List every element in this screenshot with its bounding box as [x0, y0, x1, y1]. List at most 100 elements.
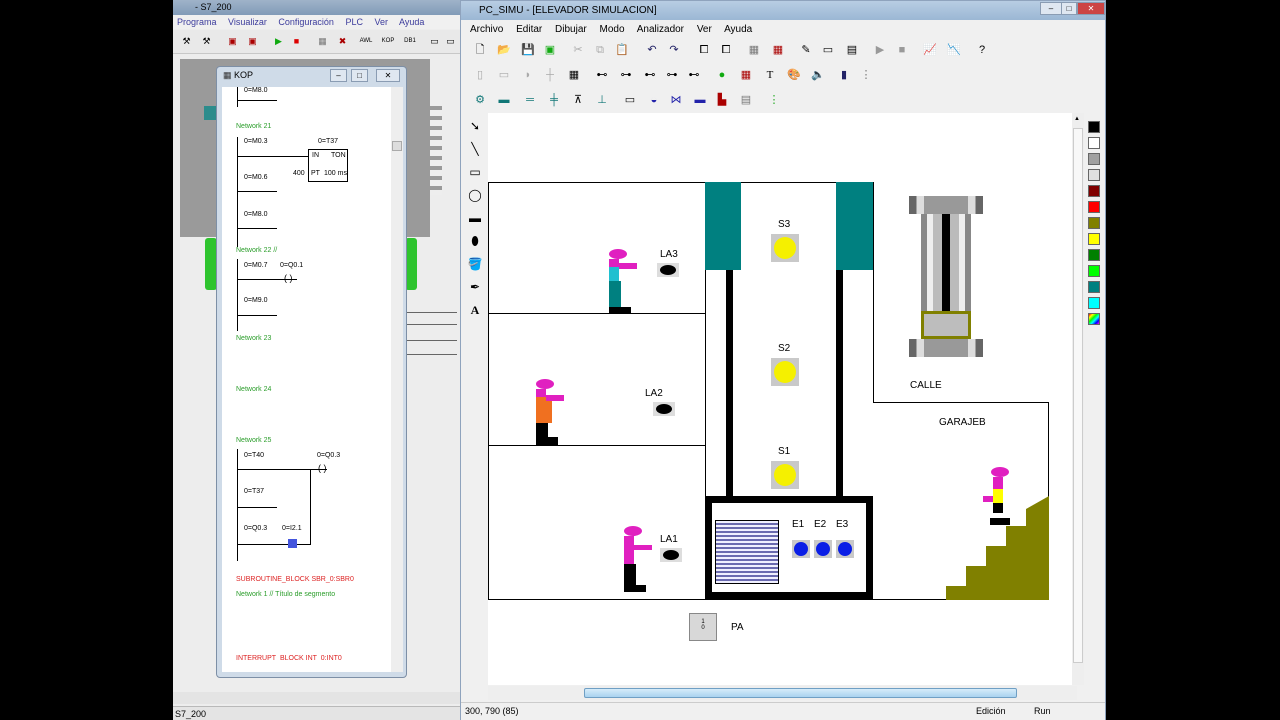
analyzer-icon[interactable]: 📈 — [921, 41, 939, 59]
new-file-icon[interactable]: 🗋 — [471, 41, 489, 59]
sensor-icon[interactable]: ⊷ — [593, 66, 611, 84]
simulation-canvas[interactable]: E1 E2 E3 S3 S2 S1 LA3 LA2 LA1 CALLE GARA… — [488, 113, 1077, 685]
crane-icon[interactable]: ⊥ — [593, 91, 611, 109]
color-swatch[interactable] — [1088, 233, 1100, 245]
cut-icon[interactable]: ✂ — [569, 41, 587, 59]
lamp-icon[interactable]: ● — [713, 66, 731, 84]
text-tool-icon[interactable]: A — [463, 303, 487, 326]
awl-button[interactable]: AWL — [357, 34, 375, 49]
floor-button-e2[interactable] — [814, 540, 832, 558]
color-swatch[interactable] — [1088, 217, 1100, 229]
sensor-icon[interactable]: ⊶ — [663, 66, 681, 84]
menu-modo[interactable]: Modo — [600, 24, 625, 35]
module-icon[interactable]: ▦ — [315, 34, 330, 49]
meter-icon[interactable]: ▮ — [835, 66, 853, 84]
text-icon[interactable]: T — [761, 66, 779, 84]
kop-vscroll[interactable] — [391, 87, 403, 672]
ruler-icon[interactable]: ⋮ — [857, 66, 875, 84]
menu-dibujar[interactable]: Dibujar — [555, 24, 587, 35]
grid-icon[interactable]: ▦ — [745, 41, 763, 59]
fill-tool-icon[interactable]: 🪣 — [463, 257, 487, 280]
bar-icon[interactable]: ▬ — [691, 91, 709, 109]
paste-icon[interactable]: 📋 — [613, 41, 631, 59]
dropper-tool-icon[interactable]: ✒ — [463, 280, 487, 303]
maximize-icon[interactable]: □ — [1061, 2, 1077, 15]
color-swatch[interactable] — [1088, 137, 1100, 149]
motor-icon[interactable]: ⚙ — [471, 91, 489, 109]
plc-icon[interactable]: ▣ — [245, 34, 260, 49]
pa-switch[interactable]: 1 0 — [689, 613, 717, 641]
window-icon[interactable]: ▭ — [443, 34, 458, 49]
s7-menu-configuracion[interactable]: Configuración — [278, 17, 334, 27]
menu-ver[interactable]: Ver — [697, 24, 712, 35]
redo-icon[interactable]: ↷ — [665, 41, 683, 59]
s7-menu-visualizar[interactable]: Visualizar — [228, 17, 267, 27]
help-icon[interactable]: ? — [973, 41, 991, 59]
grid-snap-icon[interactable]: ▦ — [769, 41, 787, 59]
line-tool-icon[interactable]: ╲ — [463, 142, 487, 165]
s7-menu-programa[interactable]: Programa — [177, 17, 217, 27]
save-icon[interactable]: 💾 — [519, 41, 537, 59]
ruler-icon[interactable]: ⋮ — [765, 91, 783, 109]
module-icon[interactable]: ✖ — [335, 34, 350, 49]
scroll-up-icon[interactable]: ▲ — [1074, 116, 1082, 124]
object-icon[interactable]: ▯ — [471, 66, 489, 84]
valve-icon[interactable]: ⋈ — [667, 91, 685, 109]
sensor-icon[interactable]: ⊷ — [641, 66, 659, 84]
plc-icon[interactable]: ▣ — [225, 34, 240, 49]
s7-menu-ver[interactable]: Ver — [375, 17, 389, 27]
tool-icon[interactable]: ⚒ — [199, 34, 214, 49]
hscroll-thumb[interactable] — [584, 688, 1017, 698]
group-icon[interactable]: ⧠ — [695, 41, 713, 59]
menu-archivo[interactable]: Archivo — [470, 24, 503, 35]
vscroll-thumb[interactable] — [1073, 128, 1083, 663]
color-swatch[interactable] — [1088, 249, 1100, 261]
s7-menu-ayuda[interactable]: Ayuda — [399, 17, 424, 27]
open-folder-icon[interactable]: 📂 — [495, 41, 513, 59]
speaker-icon[interactable]: 🔈 — [809, 66, 827, 84]
kop-button[interactable]: KOP — [379, 34, 397, 49]
stop-icon[interactable]: ■ — [289, 34, 304, 49]
undo-icon[interactable]: ↶ — [643, 41, 661, 59]
vertical-scrollbar[interactable]: ▲ — [1072, 113, 1084, 685]
color-swatch[interactable] — [1088, 185, 1100, 197]
s7-hscroll[interactable] — [173, 692, 460, 704]
pump-icon[interactable]: ⊼ — [569, 91, 587, 109]
color-swatch[interactable] — [1088, 313, 1100, 325]
tank-icon[interactable]: ◒ — [645, 91, 663, 109]
color-swatch[interactable] — [1088, 169, 1100, 181]
run-icon[interactable]: ▶ — [871, 41, 889, 59]
ellipse-tool-icon[interactable]: ◯ — [463, 188, 487, 211]
chart-icon[interactable]: ▙ — [713, 91, 731, 109]
app-icon[interactable]: ▣ — [541, 41, 559, 59]
menu-editar[interactable]: Editar — [516, 24, 542, 35]
conveyor-icon[interactable]: ▬ — [495, 91, 513, 109]
sensor-icon[interactable]: ⊷ — [685, 66, 703, 84]
window-icon[interactable]: ▭ — [427, 34, 442, 49]
stop-icon[interactable]: ■ — [893, 41, 911, 59]
copy-icon[interactable]: ⧉ — [591, 41, 609, 59]
object-icon[interactable]: ▭ — [495, 66, 513, 84]
floor-button-e1[interactable] — [792, 540, 810, 558]
device-icon[interactable]: ▤ — [843, 41, 861, 59]
close-icon[interactable]: ✕ — [376, 69, 400, 82]
horizontal-scrollbar[interactable] — [488, 686, 1077, 700]
maximize-icon[interactable]: □ — [351, 69, 368, 82]
pipe-icon[interactable]: ╪ — [545, 91, 563, 109]
filled-ellipse-tool-icon[interactable]: ⬮ — [463, 234, 487, 257]
arrow-tool-icon[interactable]: ➘ — [463, 119, 487, 142]
ungroup-icon[interactable]: ⧠ — [717, 41, 735, 59]
object-icon[interactable]: ◗ — [519, 66, 537, 84]
minimize-icon[interactable]: – — [1040, 2, 1062, 15]
menu-analizador[interactable]: Analizador — [637, 24, 684, 35]
tool-icon[interactable]: ⚒ — [179, 34, 194, 49]
db1-button[interactable]: DB1 — [401, 34, 419, 49]
pencil-icon[interactable]: ✎ — [797, 41, 815, 59]
sensor-icon[interactable]: ⊶ — [617, 66, 635, 84]
monitor-icon[interactable]: ▭ — [819, 41, 837, 59]
hatch-icon[interactable]: ▤ — [737, 91, 755, 109]
color-swatch[interactable] — [1088, 297, 1100, 309]
play-icon[interactable]: ▶ — [271, 34, 286, 49]
color-swatch[interactable] — [1088, 265, 1100, 277]
close-icon[interactable]: ✕ — [1077, 2, 1105, 15]
